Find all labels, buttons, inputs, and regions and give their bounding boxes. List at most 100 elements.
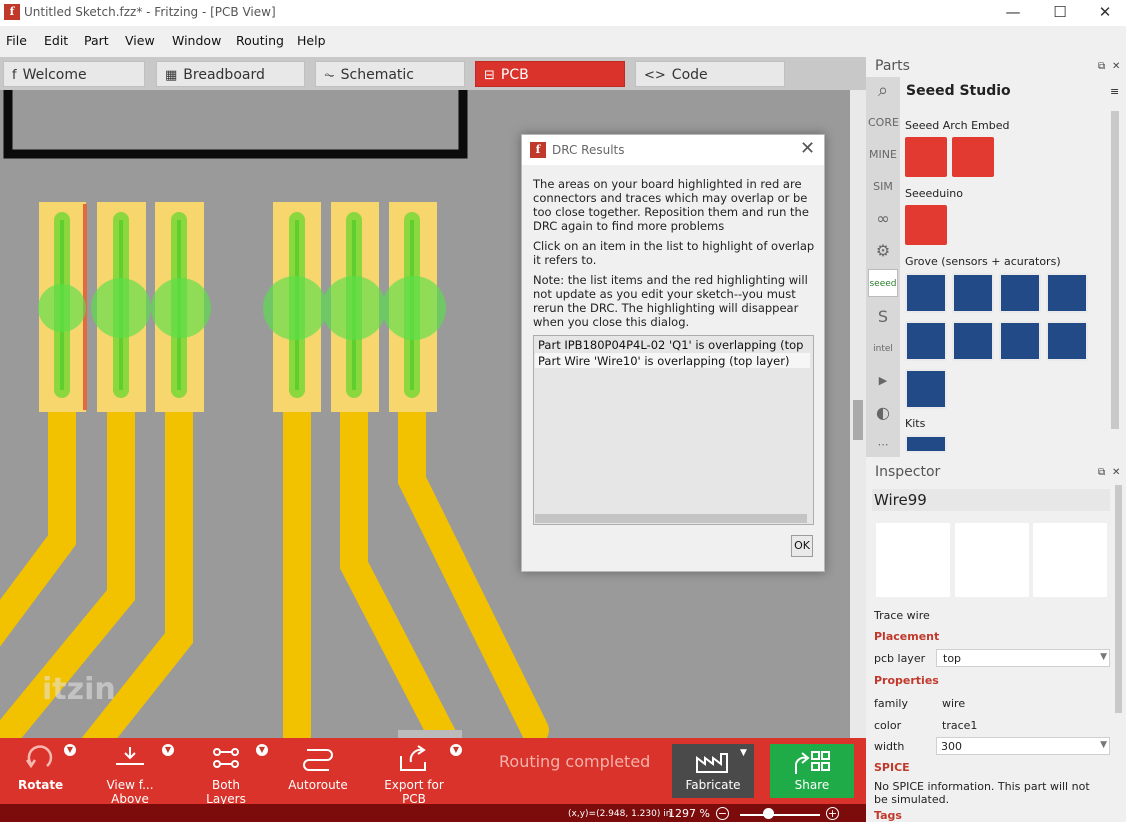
schematic-preview bbox=[955, 523, 1029, 597]
both-layers-button[interactable]: Both Layers ▼ bbox=[192, 738, 268, 806]
part-thumbnail[interactable] bbox=[905, 321, 947, 361]
drc-instructions: Click on an item in the list to highligh… bbox=[533, 239, 815, 267]
part-thumbnail[interactable] bbox=[1046, 321, 1088, 361]
bin-tab-intel[interactable]: intel bbox=[868, 335, 898, 363]
autoroute-icon bbox=[303, 749, 333, 771]
share-button[interactable]: Share bbox=[770, 744, 854, 798]
rotate-button[interactable]: Rotate ▼ bbox=[18, 738, 76, 804]
menu-help[interactable]: Help bbox=[297, 33, 326, 48]
breadboard-icon: ▦ bbox=[165, 68, 178, 83]
canvas-vertical-scrollbar[interactable] bbox=[850, 90, 866, 738]
menu-window[interactable]: Window bbox=[172, 33, 221, 48]
zoom-level: 1297 % bbox=[668, 807, 710, 820]
autoroute-label: Autoroute bbox=[288, 778, 348, 792]
bin-tab-core[interactable]: CORE bbox=[868, 109, 899, 137]
part-thumbnail[interactable] bbox=[905, 369, 947, 409]
chevron-down-icon[interactable]: ▼ bbox=[740, 748, 747, 758]
factory-icon bbox=[696, 753, 728, 773]
close-icon[interactable]: ✕ bbox=[1082, 0, 1126, 26]
width-select[interactable]: 300 ▼ bbox=[936, 737, 1110, 755]
maximize-icon[interactable]: ☐ bbox=[1037, 0, 1083, 26]
zoom-slider-handle[interactable] bbox=[762, 808, 774, 819]
drc-results-dialog: f DRC Results ✕ The areas on your board … bbox=[521, 134, 825, 572]
dialog-title-bar: f DRC Results ✕ bbox=[522, 135, 824, 165]
export-icon bbox=[400, 745, 426, 771]
view-from-above-label: View f... Above bbox=[106, 778, 154, 806]
bin-tab-more[interactable]: ⋯ bbox=[868, 431, 898, 459]
rotate-label: Rotate bbox=[18, 778, 64, 792]
part-thumbnail[interactable] bbox=[952, 273, 994, 313]
chevron-down-icon[interactable]: ▼ bbox=[256, 744, 268, 756]
parts-scrollbar[interactable] bbox=[1111, 111, 1119, 429]
float-panel-icon[interactable]: ⧉ bbox=[1098, 61, 1105, 72]
part-thumbnail[interactable] bbox=[999, 273, 1041, 313]
list-horizontal-scrollbar[interactable] bbox=[535, 514, 807, 523]
both-layers-label: Both Layers bbox=[206, 778, 246, 806]
bin-menu-icon[interactable]: ≡ bbox=[1110, 85, 1119, 98]
fabricate-button[interactable]: Fabricate ▼ bbox=[672, 744, 754, 798]
view-from-above-icon bbox=[116, 747, 144, 765]
menu-routing[interactable]: Routing bbox=[236, 33, 284, 48]
zoom-out-icon[interactable]: − bbox=[716, 807, 729, 820]
canvas-horizontal-scrollbar[interactable] bbox=[398, 730, 462, 738]
chevron-down-icon[interactable]: ▼ bbox=[64, 744, 76, 756]
trace[interactable] bbox=[398, 386, 549, 738]
scroll-thumb[interactable] bbox=[853, 400, 863, 440]
share-label: Share bbox=[794, 778, 830, 792]
part-thumbnail[interactable] bbox=[952, 321, 994, 361]
menu-file[interactable]: File bbox=[6, 33, 27, 48]
zoom-in-icon[interactable]: + bbox=[826, 807, 839, 820]
tab-pcb[interactable]: ⊟ PCB bbox=[475, 61, 625, 87]
list-item[interactable]: Part Wire 'Wire10' is overlapping (top l… bbox=[538, 354, 789, 368]
pcb-icon: ⊟ bbox=[484, 68, 495, 83]
part-thumbnail[interactable] bbox=[905, 273, 947, 313]
bin-tab-sim[interactable]: SIM bbox=[868, 173, 898, 201]
menu-view[interactable]: View bbox=[125, 33, 155, 48]
export-pcb-button[interactable]: Export for PCB ▼ bbox=[372, 738, 462, 806]
menu-part[interactable]: Part bbox=[84, 33, 109, 48]
zoom-slider[interactable] bbox=[740, 814, 820, 816]
view-from-above-button[interactable]: View f... Above ▼ bbox=[88, 738, 174, 806]
inspector-scrollbar[interactable] bbox=[1115, 485, 1122, 713]
autoroute-button[interactable]: Autoroute bbox=[288, 738, 348, 804]
board-outline bbox=[3, 90, 468, 159]
part-thumbnail[interactable] bbox=[952, 137, 994, 177]
cursor-coordinates: (x,y)=(2.948, 1.230) in bbox=[568, 809, 672, 819]
parts-panel-title: Parts bbox=[875, 58, 910, 74]
part-thumbnail[interactable] bbox=[905, 137, 947, 177]
bin-tab-seeed[interactable]: seeed bbox=[868, 269, 898, 297]
close-panel-icon[interactable]: ✕ bbox=[1112, 61, 1120, 72]
trace[interactable] bbox=[0, 386, 76, 650]
bin-tab-picaxe[interactable]: ◐ bbox=[868, 399, 898, 427]
menu-edit[interactable]: Edit bbox=[44, 33, 68, 48]
chevron-down-icon[interactable]: ▼ bbox=[450, 744, 462, 756]
tab-code[interactable]: <> Code bbox=[635, 61, 785, 87]
drc-results-list[interactable]: Part IPB180P04P4L-02 'Q1' is overlapping… bbox=[533, 335, 814, 525]
close-panel-icon[interactable]: ✕ bbox=[1112, 467, 1120, 478]
view-tab-bar: f Welcome ▦ Breadboard ⏦ Schematic ⊟ PCB <> C… bbox=[0, 57, 866, 90]
tab-breadboard[interactable]: ▦ Breadboard bbox=[156, 61, 305, 87]
ok-button[interactable]: OK bbox=[791, 535, 813, 557]
part-thumbnail[interactable] bbox=[1046, 273, 1088, 313]
tab-schematic[interactable]: ⏦ Schematic bbox=[315, 61, 465, 87]
float-panel-icon[interactable]: ⧉ bbox=[1098, 467, 1105, 478]
canvas-watermark: itzin bbox=[42, 672, 116, 707]
bin-tab-video[interactable]: ▶ bbox=[868, 367, 898, 395]
pcb-layer-select[interactable]: top ▼ bbox=[936, 649, 1110, 667]
close-icon[interactable]: ✕ bbox=[800, 138, 815, 159]
bin-tab-sparkfun[interactable]: ⚙ bbox=[868, 237, 898, 265]
minimize-icon[interactable]: — bbox=[990, 0, 1036, 26]
part-thumbnail[interactable] bbox=[999, 321, 1041, 361]
fritzing-logo-icon: f bbox=[4, 4, 20, 20]
tab-welcome[interactable]: f Welcome bbox=[3, 61, 145, 87]
inspector-panel: Inspector ⧉ ✕ Wire99 Trace wire Placemen… bbox=[866, 461, 1126, 822]
search-icon[interactable]: ⌕ bbox=[868, 77, 898, 105]
part-thumbnail[interactable] bbox=[905, 205, 947, 245]
chevron-down-icon[interactable]: ▼ bbox=[162, 744, 174, 756]
code-icon: <> bbox=[644, 68, 666, 83]
bin-tab-mine[interactable]: MINE bbox=[868, 141, 898, 169]
family-value: wire bbox=[942, 697, 966, 710]
part-thumbnail[interactable] bbox=[905, 435, 947, 453]
bin-tab-snootlab[interactable]: S bbox=[868, 303, 898, 331]
bin-tab-arduino[interactable]: ∞ bbox=[868, 205, 898, 233]
